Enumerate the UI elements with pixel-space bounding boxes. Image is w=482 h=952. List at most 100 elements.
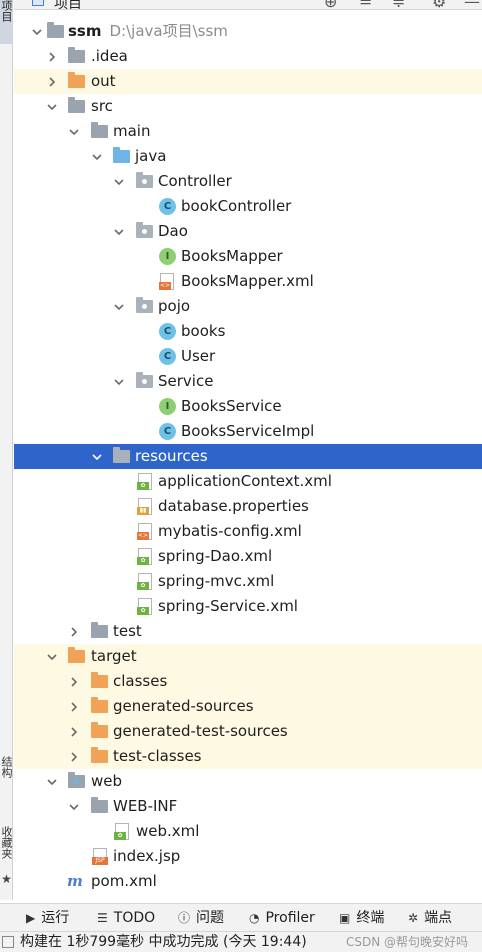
chevron-down-icon[interactable] xyxy=(45,769,59,794)
tree-row-test[interactable]: test xyxy=(14,619,482,644)
tree-label: pom.xml xyxy=(91,872,157,890)
tree-row-ssm[interactable]: ssm D:\java项目\ssm xyxy=(14,19,482,44)
tree-row-web-inf[interactable]: WEB-INF xyxy=(14,794,482,819)
chevron-down-icon[interactable] xyxy=(90,444,104,469)
spring-xml-file-icon: ✿ xyxy=(137,573,152,590)
tree-row-out[interactable]: out xyxy=(14,69,482,94)
profiler-tab[interactable]: ◔ Profiler xyxy=(249,904,315,932)
panel-title[interactable]: 项目 xyxy=(54,0,82,9)
chevron-right-icon[interactable] xyxy=(67,669,81,694)
left-tool-strip: 项目 结构 收藏夹 ★ xyxy=(0,0,13,900)
tree-row-controller[interactable]: Controller xyxy=(14,169,482,194)
tree-label: spring-Service.xml xyxy=(158,597,298,615)
tree-label: Dao xyxy=(158,222,188,240)
problems-tab[interactable]: ⓘ 问题 xyxy=(178,904,224,932)
tree-row-generated-sources[interactable]: generated-sources xyxy=(14,694,482,719)
chevron-right-icon[interactable] xyxy=(45,44,59,69)
expand-icon[interactable]: ≑ xyxy=(392,0,405,9)
chevron-down-icon[interactable] xyxy=(45,644,59,669)
chevron-right-icon[interactable] xyxy=(67,719,81,744)
star-icon[interactable]: ★ xyxy=(0,872,13,886)
xml-file-icon: <> xyxy=(159,273,174,290)
tree-row-booksmapper-xml[interactable]: <> BooksMapper.xml xyxy=(14,269,482,294)
terminal-tab[interactable]: ▣ 终端 xyxy=(339,904,384,932)
tree-label: out xyxy=(91,72,116,90)
tree-row-dao[interactable]: Dao xyxy=(14,219,482,244)
tree-label: BooksMapper.xml xyxy=(181,272,314,290)
chevron-down-icon[interactable] xyxy=(90,144,104,169)
package-icon xyxy=(136,297,153,313)
collapse-all-icon[interactable]: ≚ xyxy=(359,0,372,9)
tree-label: pojo xyxy=(158,297,191,315)
tree-row-pojo[interactable]: pojo xyxy=(14,294,482,319)
package-icon xyxy=(136,222,153,238)
list-icon: ☰ xyxy=(97,911,108,925)
todo-tab[interactable]: ☰ TODO xyxy=(97,904,155,932)
project-view-icon xyxy=(32,0,44,6)
tree-row-idea[interactable]: .idea xyxy=(14,44,482,69)
breakpoints-tab[interactable]: ✲ 端点 xyxy=(408,904,452,932)
structure-side-tab[interactable]: 结构 xyxy=(0,756,13,778)
chevron-down-icon[interactable] xyxy=(112,169,126,194)
breakpoints-tab-label: 端点 xyxy=(424,910,453,926)
chevron-down-icon[interactable] xyxy=(67,794,81,819)
locate-icon[interactable]: ⊕ xyxy=(324,0,337,9)
tree-row-pom-xml[interactable]: m pom.xml xyxy=(14,869,482,894)
tree-row-bookcontroller[interactable]: C bookController xyxy=(14,194,482,219)
jsp-file-icon: JSP xyxy=(92,848,108,865)
chevron-right-icon[interactable] xyxy=(67,744,81,769)
properties-file-icon: ▮▮ xyxy=(137,498,152,515)
tree-row-index-jsp[interactable]: JSP index.jsp xyxy=(14,844,482,869)
excluded-folder-icon xyxy=(68,72,85,88)
chevron-down-icon[interactable] xyxy=(112,219,126,244)
minimize-icon[interactable]: — xyxy=(464,0,480,9)
tree-row-service[interactable]: Service xyxy=(14,369,482,394)
tree-row-target[interactable]: target xyxy=(14,644,482,669)
spring-xml-file-icon: ✿ xyxy=(137,598,152,615)
gear-icon[interactable]: ⚙ xyxy=(432,0,446,9)
terminal-tab-label: 终端 xyxy=(356,910,385,926)
profiler-icon: ◔ xyxy=(249,911,260,925)
class-icon: C xyxy=(159,198,176,215)
tree-row-src[interactable]: src xyxy=(14,94,482,119)
tree-row-classes[interactable]: classes xyxy=(14,669,482,694)
folder-icon xyxy=(91,122,108,138)
tree-row-mybatis-config[interactable]: <> mybatis-config.xml xyxy=(14,519,482,544)
bottom-tool-bar: ▶ 运行 ☰ TODO ⓘ 问题 ◔ Profiler ▣ 终端 ✲ 端点 xyxy=(0,903,482,931)
run-tab-label: 运行 xyxy=(41,910,70,926)
tree-row-java[interactable]: java xyxy=(14,144,482,169)
chevron-down-icon[interactable] xyxy=(30,19,44,44)
chevron-down-icon[interactable] xyxy=(45,94,59,119)
tree-row-web-xml[interactable]: ✿ web.xml xyxy=(14,819,482,844)
tree-row-booksserviceimpl[interactable]: C BooksServiceImpl xyxy=(14,419,482,444)
tree-row-database-properties[interactable]: ▮▮ database.properties xyxy=(14,494,482,519)
tree-label: target xyxy=(91,647,137,665)
project-side-tab[interactable]: 项目 xyxy=(0,0,13,44)
tree-row-user[interactable]: C User xyxy=(14,344,482,369)
tree-row-test-classes[interactable]: test-classes xyxy=(14,744,482,769)
chevron-right-icon[interactable] xyxy=(45,69,59,94)
tree-label: src xyxy=(91,97,113,115)
tree-row-main[interactable]: main xyxy=(14,119,482,144)
chevron-down-icon[interactable] xyxy=(112,369,126,394)
watermark: CSDN @帮句晚安好吗 xyxy=(345,935,468,949)
tool-windows-icon[interactable] xyxy=(2,936,14,948)
tree-row-resources[interactable]: resources xyxy=(14,444,482,469)
tree-row-spring-service[interactable]: ✿ spring-Service.xml xyxy=(14,594,482,619)
tree-row-booksservice[interactable]: I BooksService xyxy=(14,394,482,419)
favorites-side-tab[interactable]: 收藏夹 xyxy=(0,826,13,859)
tree-row-spring-dao[interactable]: ✿ spring-Dao.xml xyxy=(14,544,482,569)
tree-row-booksmapper[interactable]: I BooksMapper xyxy=(14,244,482,269)
chevron-right-icon[interactable] xyxy=(67,619,81,644)
tree-row-books[interactable]: C books xyxy=(14,319,482,344)
tree-row-spring-mvc[interactable]: ✿ spring-mvc.xml xyxy=(14,569,482,594)
chevron-down-icon[interactable] xyxy=(67,119,81,144)
tree-label: books xyxy=(181,322,226,340)
tree-row-generated-test-sources[interactable]: generated-test-sources xyxy=(14,719,482,744)
tree-row-web[interactable]: web xyxy=(14,769,482,794)
module-path: D:\java项目\ssm xyxy=(109,22,228,40)
chevron-right-icon[interactable] xyxy=(67,694,81,719)
chevron-down-icon[interactable] xyxy=(112,294,126,319)
tree-row-applicationcontext[interactable]: ✿ applicationContext.xml xyxy=(14,469,482,494)
run-tab[interactable]: ▶ 运行 xyxy=(26,904,69,932)
